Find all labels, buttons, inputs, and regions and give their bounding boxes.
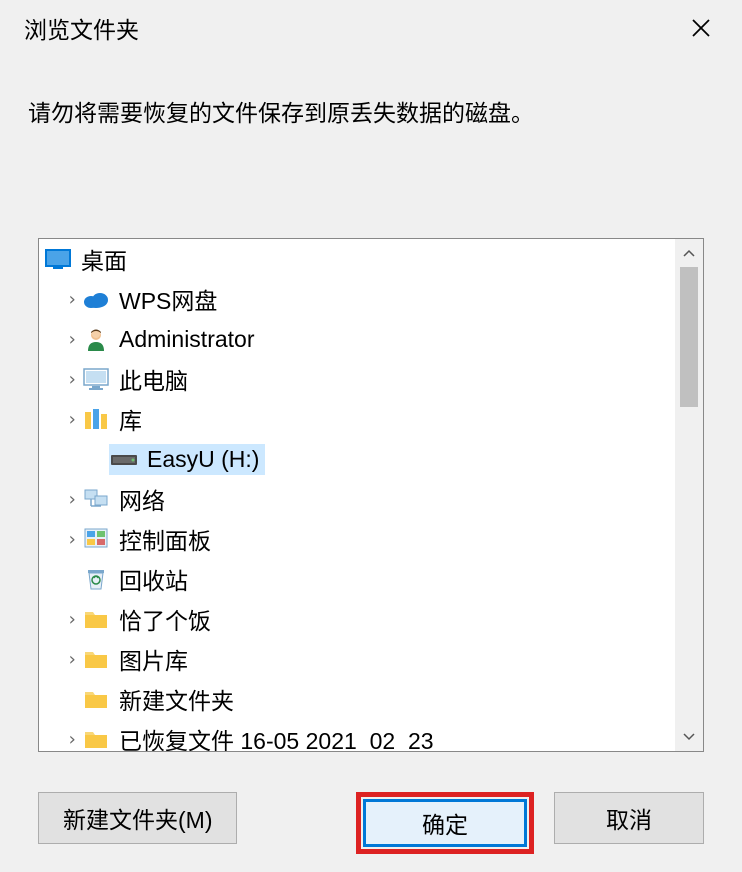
tree-item-label: 库 [119,402,142,436]
network-icon [83,486,109,512]
chevron-right-icon[interactable]: › [61,649,83,670]
scroll-up-icon[interactable] [675,239,703,267]
tree-item-label: 控制面板 [119,522,211,556]
tree-item-folder-pictures[interactable]: › 图片库 [39,639,675,679]
ok-button-highlight: 确定 [356,792,534,854]
scroll-thumb[interactable] [680,267,698,407]
tree-item-label: 图片库 [119,642,188,676]
pc-icon [83,366,109,392]
chevron-right-icon[interactable]: › [61,489,83,510]
scroll-track[interactable] [675,267,703,723]
browse-folder-dialog: 浏览文件夹 请勿将需要恢复的文件保存到原丢失数据的磁盘。 桌面 [0,0,742,872]
cancel-button[interactable]: 取消 [554,792,704,844]
scroll-down-icon[interactable] [675,723,703,751]
ok-button[interactable]: 确定 [363,799,527,847]
libraries-icon [83,406,109,432]
tree-item-wps[interactable]: › WPS网盘 [39,279,675,319]
tree-item-folder-qialegfan[interactable]: › 恰了个饭 [39,599,675,639]
tree-item-label: 网络 [119,482,165,516]
tree-item-folder-new[interactable]: › 新建文件夹 [39,679,675,719]
instruction-text: 请勿将需要恢复的文件保存到原丢失数据的磁盘。 [0,54,742,148]
recycle-bin-icon [83,566,109,592]
chevron-right-icon[interactable]: › [61,529,83,550]
folder-icon [83,686,109,712]
chevron-right-icon[interactable]: › [61,409,83,430]
tree-item-label: 恰了个饭 [119,602,211,636]
folder-icon [83,606,109,632]
cloud-icon [83,286,109,312]
tree-item-label: 新建文件夹 [119,682,234,716]
tree-item-folder-recovered[interactable]: › 已恢复文件 16-05 2021_02_23 [39,719,675,751]
button-row: 新建文件夹(M) 确定 取消 [0,752,742,854]
user-icon [83,326,109,352]
chevron-right-icon[interactable]: › [61,729,83,750]
chevron-right-icon[interactable]: › [61,369,83,390]
new-folder-button[interactable]: 新建文件夹(M) [38,792,237,844]
tree-item-label: 此电脑 [119,362,188,396]
control-panel-icon [83,526,109,552]
chevron-right-icon[interactable]: › [61,329,83,350]
dialog-title: 浏览文件夹 [24,11,139,45]
tree-item-label: 已恢复文件 16-05 2021_02_23 [119,722,434,751]
folder-tree-container: 桌面 › WPS网盘 › [38,238,704,752]
tree-item-label: WPS网盘 [119,282,217,316]
folder-icon [83,646,109,672]
tree-item-label: 回收站 [119,562,188,596]
chevron-right-icon[interactable]: › [61,609,83,630]
tree-root-desktop[interactable]: 桌面 [39,239,675,279]
tree-item-label: EasyU (H:) [147,446,259,473]
folder-tree[interactable]: 桌面 › WPS网盘 › [39,239,675,751]
close-button[interactable] [678,7,724,49]
tree-item-label: Administrator [119,326,254,353]
tree-item-label: 桌面 [81,242,127,276]
scrollbar[interactable] [675,239,703,751]
tree-item-network[interactable]: › 网络 [39,479,675,519]
tree-item-recycle-bin[interactable]: › 回收站 [39,559,675,599]
tree-item-administrator[interactable]: › Administrator [39,319,675,359]
chevron-right-icon[interactable]: › [61,289,83,310]
tree-item-libraries[interactable]: › 库 [39,399,675,439]
desktop-icon [45,246,71,272]
folder-icon [83,726,109,751]
tree-item-easyu-drive[interactable]: › EasyU (H:) [39,439,675,479]
close-icon [691,18,711,38]
titlebar: 浏览文件夹 [0,0,742,54]
tree-item-control-panel[interactable]: › 控制面板 [39,519,675,559]
tree-item-this-pc[interactable]: › 此电脑 [39,359,675,399]
drive-icon [111,446,137,472]
